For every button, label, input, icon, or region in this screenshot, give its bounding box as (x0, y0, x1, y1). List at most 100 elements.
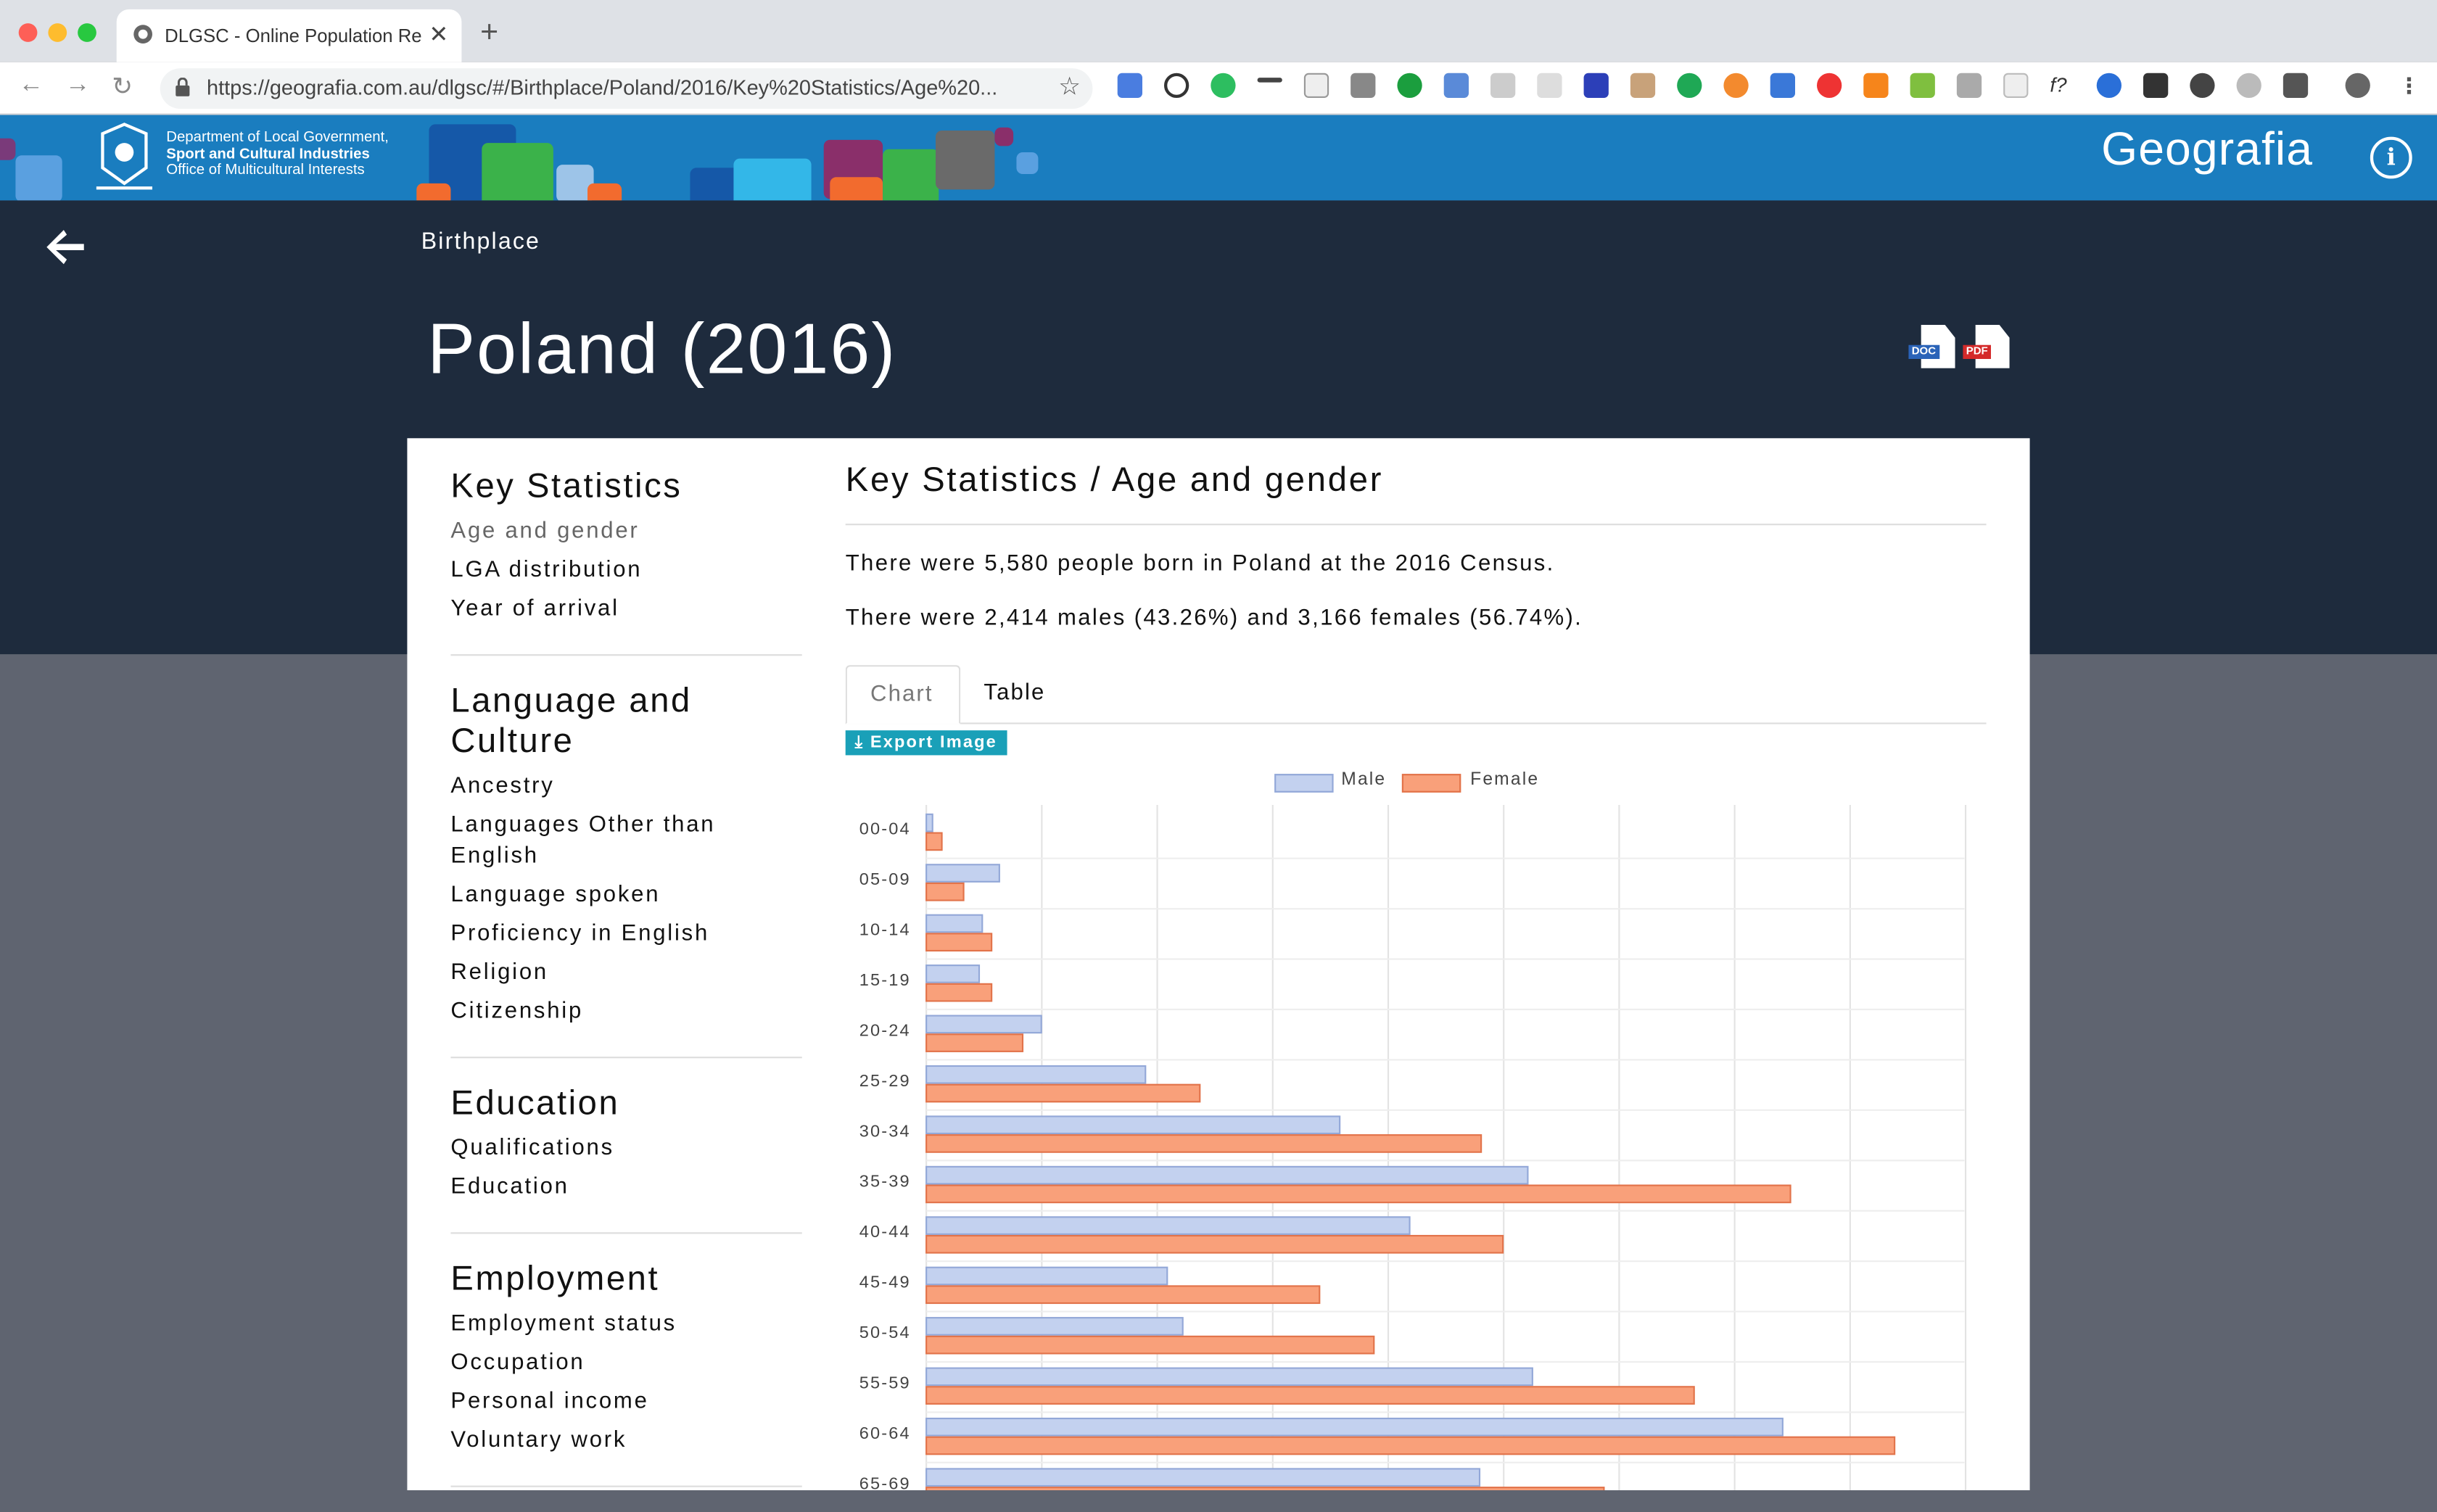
sidebar-item-personal-income[interactable]: Personal income (450, 1386, 801, 1417)
calendar-extension-icon[interactable] (1443, 73, 1469, 98)
wa-government-crest-icon (96, 123, 152, 190)
female-bar (925, 832, 943, 851)
female-bar (925, 983, 993, 1002)
page-title: Poland (2016) (427, 307, 897, 389)
extension-icon-4[interactable] (1351, 73, 1376, 98)
reload-icon[interactable]: ↻ (112, 72, 133, 103)
female-bar (925, 1234, 1504, 1254)
export-label: Export Image (870, 733, 997, 753)
translate-extension-icon[interactable] (1117, 73, 1142, 98)
profile-avatar[interactable] (2345, 73, 2370, 98)
extension-icon-7[interactable] (1537, 73, 1562, 98)
sidebar-item-language-spoken[interactable]: Language spoken (450, 880, 801, 911)
extension-icon-17[interactable] (2096, 73, 2121, 98)
extension-icon-11[interactable] (1723, 73, 1749, 98)
sidebar-item-education[interactable]: Education (450, 1172, 801, 1203)
content-card: Key Statistics Age and gender LGA distri… (407, 438, 2030, 1491)
menu-kebab-icon[interactable]: ⋮ (2398, 73, 2422, 98)
back-arrow-icon[interactable] (44, 227, 87, 268)
age-tick-label: 05-09 (859, 869, 911, 888)
browser-tab-bar: DLGSC - Online Population Re ✕ + (0, 0, 2437, 62)
male-bar (925, 813, 933, 833)
view-tabs: Chart Table (845, 665, 1987, 724)
sidebar-item-ancestry[interactable]: Ancestry (450, 771, 801, 802)
sidebar-item-year-of-arrival[interactable]: Year of arrival (450, 594, 801, 625)
extension-icon-6[interactable] (1490, 73, 1516, 98)
extension-icon-19[interactable] (2236, 73, 2261, 98)
evernote-extension-icon[interactable] (1211, 73, 1236, 98)
female-bar (925, 1184, 1791, 1204)
female-bar (925, 1033, 1024, 1052)
extension-icon-10[interactable] (1677, 73, 1702, 98)
age-tick-label: 60-64 (859, 1424, 911, 1442)
back-icon[interactable]: ← (19, 72, 44, 100)
extension-icon-9[interactable] (1630, 73, 1656, 98)
function-extension-icon[interactable]: f? (2050, 73, 2075, 98)
extension-icon-2[interactable] (1257, 78, 1282, 83)
sidebar-item-qualifications[interactable]: Qualifications (450, 1133, 801, 1164)
sidebar-heading: Language and Culture (450, 680, 692, 760)
sidebar-item-lga-distribution[interactable]: LGA distribution (450, 555, 801, 586)
female-bar (925, 1487, 1605, 1490)
age-tick-label: 65-69 (859, 1474, 911, 1490)
extension-icon-20[interactable] (2283, 73, 2309, 98)
age-tick-label: 30-34 (859, 1121, 911, 1140)
extension-icon-1[interactable] (1164, 73, 1189, 98)
female-bar (925, 1134, 1483, 1153)
minimize-window-button[interactable] (48, 23, 67, 42)
sidebar-item-age-and-gender[interactable]: Age and gender (450, 516, 801, 547)
info-icon[interactable]: i (2370, 136, 2412, 179)
sidebar-item-proficiency-in-english[interactable]: Proficiency in English (450, 918, 801, 949)
extension-icon-18[interactable] (2143, 73, 2169, 98)
male-bar (925, 1266, 1168, 1286)
close-window-button[interactable] (18, 23, 38, 42)
sidebar-item-employment-status[interactable]: Employment status (450, 1308, 801, 1339)
age-tick-label: 55-59 (859, 1373, 911, 1392)
sidebar-item-languages-other-than-english[interactable]: Languages Other than English (450, 809, 801, 872)
sidebar-nav: Key Statistics Age and gender LGA distri… (450, 466, 802, 1512)
tab-table[interactable]: Table (960, 665, 1068, 724)
sidebar-item-occupation[interactable]: Occupation (450, 1347, 801, 1379)
age-tick-label: 00-04 (859, 819, 911, 838)
legend-female-label: Female (1470, 770, 1540, 790)
extension-icon-14[interactable] (1910, 73, 1935, 98)
sidebar-item-religion[interactable]: Religion (450, 957, 801, 988)
metamask-extension-icon[interactable] (1863, 73, 1889, 98)
globe-extension-icon[interactable] (2190, 73, 2215, 98)
geografia-brand[interactable]: Geografia (2101, 124, 2313, 177)
sidebar-heading: Education (450, 1083, 620, 1123)
age-tick-label: 10-14 (859, 920, 911, 939)
bookmark-star-icon[interactable]: ☆ (1058, 72, 1081, 103)
legend-male-swatch[interactable] (1274, 774, 1334, 793)
extension-icon-8[interactable] (1583, 73, 1609, 98)
male-bar (925, 1065, 1147, 1084)
summary-total: There were 5,580 people born in Poland a… (845, 551, 1555, 577)
legend-female-swatch[interactable] (1401, 774, 1461, 793)
sidebar-item-voluntary-work[interactable]: Voluntary work (450, 1425, 801, 1456)
female-bar (925, 1436, 1896, 1455)
extension-icon-5[interactable] (1397, 73, 1422, 98)
forward-icon[interactable]: → (65, 72, 90, 100)
extension-icon-3[interactable] (1303, 73, 1329, 98)
new-tab-icon[interactable]: + (480, 15, 498, 51)
doc-badge: DOC (1908, 344, 1939, 359)
close-tab-icon[interactable]: ✕ (429, 20, 448, 49)
extension-icon-15[interactable] (1956, 73, 1982, 98)
extension-icon-13[interactable] (1817, 73, 1842, 98)
female-bar (925, 1083, 1201, 1103)
tab-chart[interactable]: Chart (845, 665, 961, 724)
extension-icon-12[interactable] (1770, 73, 1795, 98)
sidebar-item-citizenship[interactable]: Citizenship (450, 996, 801, 1028)
export-image-button[interactable]: ⤓ Export Image (845, 730, 1007, 756)
extension-icon-16[interactable] (2003, 73, 2029, 98)
male-bar (925, 1468, 1481, 1487)
download-icon: ⤓ (854, 733, 870, 753)
address-bar[interactable]: https://geografia.com.au/dlgsc/#/Birthpl… (160, 68, 1093, 109)
breadcrumb[interactable]: Birthplace (421, 228, 540, 255)
browser-tab[interactable]: DLGSC - Online Population Re ✕ (116, 9, 462, 62)
legend-male-label: Male (1341, 770, 1387, 790)
male-bar (925, 1367, 1533, 1387)
sidebar-heading: Employment (450, 1258, 660, 1298)
maximize-window-button[interactable] (78, 23, 96, 42)
tab-title: DLGSC - Online Population Re (165, 25, 422, 47)
